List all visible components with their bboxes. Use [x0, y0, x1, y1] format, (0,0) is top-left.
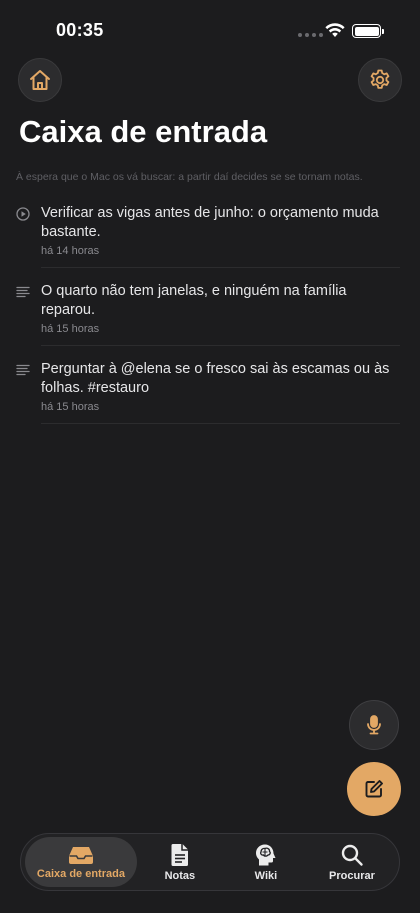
inbox-item-time: há 15 horas	[41, 323, 100, 335]
settings-button[interactable]	[358, 58, 402, 102]
tab-label: Caixa de entrada	[36, 867, 125, 880]
status-time: 00:35	[56, 20, 104, 40]
compose-button[interactable]	[347, 762, 401, 816]
tab-bar: Caixa de entrada Notas Wiki Procurar	[20, 833, 400, 891]
search-icon	[341, 844, 363, 866]
inbox-item-text: O quarto não tem janelas, e ninguém na f…	[41, 283, 347, 318]
inbox-item[interactable]: Perguntar à @elena se o fresco sai às es…	[0, 356, 420, 434]
inbox-screen: 00:35 Caixa de entrada À espera que o Ma…	[0, 0, 420, 913]
inbox-list: Verificar as vigas antes de junho: o orç…	[0, 196, 420, 434]
text-lines-icon	[16, 286, 30, 298]
inbox-tray-icon	[68, 846, 93, 864]
inbox-item[interactable]: Verificar as vigas antes de junho: o orç…	[0, 196, 420, 278]
gear-icon	[370, 69, 390, 89]
status-bar: 00:35	[0, 0, 420, 58]
battery-icon	[352, 24, 384, 38]
microphone-icon	[367, 715, 381, 735]
page-subtitle: À espera que o Mac os vá buscar: a parti…	[16, 171, 363, 183]
tab-label: Procurar	[329, 869, 375, 882]
document-icon	[171, 843, 188, 866]
home-button[interactable]	[18, 58, 62, 102]
inbox-item-text: Perguntar à @elena se o fresco sai às es…	[41, 361, 390, 396]
inbox-item-time: há 15 horas	[41, 401, 100, 413]
voice-record-button[interactable]	[349, 700, 399, 750]
page-title: Caixa de entrada	[19, 114, 268, 149]
tab-search[interactable]: Procurar	[309, 837, 395, 887]
tab-label: Wiki	[254, 869, 278, 882]
compose-icon	[365, 780, 383, 798]
wifi-icon	[325, 23, 345, 37]
tab-wiki[interactable]: Wiki	[223, 837, 309, 887]
cellular-signal-icon	[298, 33, 323, 37]
tab-label: Notas	[164, 869, 196, 882]
tab-inbox[interactable]: Caixa de entrada	[25, 837, 137, 887]
play-circle-icon[interactable]	[16, 207, 30, 221]
text-lines-icon	[16, 364, 30, 376]
inbox-item[interactable]: O quarto não tem janelas, e ninguém na f…	[0, 278, 420, 356]
inbox-item-time: há 14 horas	[41, 245, 100, 257]
inbox-item-text: Verificar as vigas antes de junho: o orç…	[41, 205, 379, 240]
brain-head-icon	[255, 844, 276, 865]
tab-notes[interactable]: Notas	[137, 837, 223, 887]
home-icon	[30, 70, 50, 90]
